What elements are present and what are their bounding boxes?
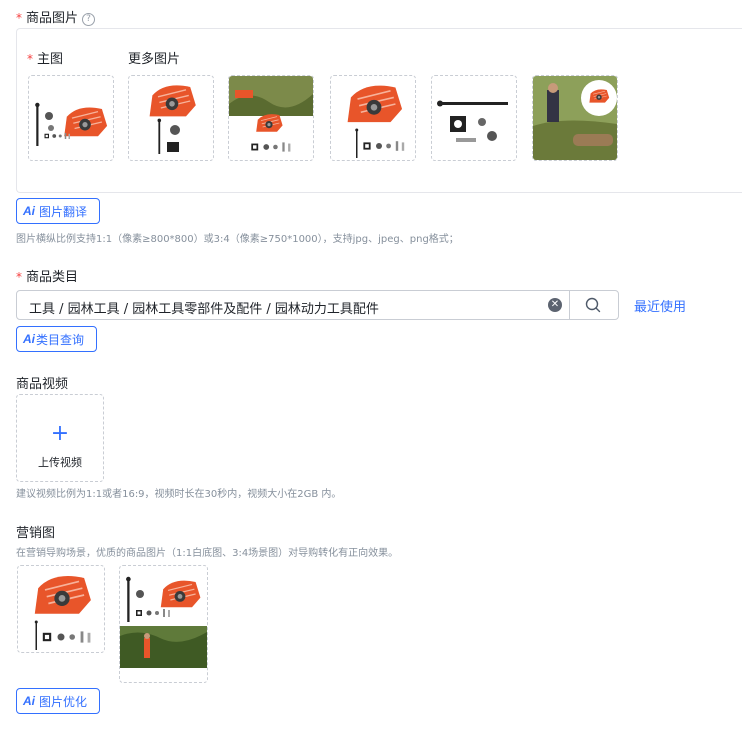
category-search-button[interactable] (569, 291, 618, 319)
ai-icon: Ai (23, 694, 35, 708)
required-mark: * (16, 270, 22, 284)
upload-video-button[interactable]: + 上传视频 (16, 394, 104, 482)
image-translate-button[interactable]: Ai 图片翻译 (16, 198, 100, 224)
marketing-image-square[interactable] (17, 565, 105, 653)
image-optimize-label: 图片优化 (39, 694, 88, 709)
product-image-thumb-2[interactable] (128, 75, 214, 161)
product-images-label: 商品图片 (26, 11, 79, 26)
search-icon (585, 297, 601, 313)
product-images-heading: * 商品图片? (16, 7, 96, 26)
product-image-thumb-5[interactable] (431, 75, 517, 161)
marketing-hint: 在营销导购场景，优质的商品图片（1:1白底图、3:4场景图）对导购转化有正向效果… (16, 548, 399, 559)
category-heading: * 商品类目 (16, 266, 78, 285)
plus-icon: + (50, 421, 70, 446)
product-photo (148, 84, 197, 154)
main-image-heading: * 主图 (27, 48, 63, 67)
product-images-panel: * 主图 更多图片 (16, 28, 742, 193)
product-photo (229, 76, 313, 152)
clear-icon[interactable]: ✕ (548, 298, 562, 312)
ai-icon: Ai (23, 204, 35, 218)
category-label: 商品类目 (26, 270, 79, 285)
recent-used-link[interactable]: 最近使用 (634, 296, 686, 315)
required-mark: * (27, 52, 33, 66)
product-images-hint: 图片横纵比例支持1:1（像素≥800*800）或3:4（像素≥750*1000）… (16, 234, 459, 245)
marketing-image-portrait[interactable] (119, 565, 208, 683)
upload-video-label: 上传视频 (38, 456, 82, 469)
ai-icon: Ai (23, 332, 35, 346)
product-photo (35, 102, 108, 146)
product-photo (346, 84, 405, 158)
video-label: 商品视频 (16, 377, 69, 392)
image-translate-label: 图片翻译 (39, 204, 88, 219)
product-image-thumb-4[interactable] (330, 75, 416, 161)
product-image-thumb-1[interactable] (28, 75, 114, 161)
product-photo (120, 576, 207, 668)
image-optimize-button[interactable]: Ai 图片优化 (16, 688, 100, 714)
product-photo (33, 575, 92, 650)
product-photo (437, 100, 508, 142)
main-image-label: 主图 (37, 52, 64, 67)
category-value: 工具 / 园林工具 / 园林工具零部件及配件 / 园林动力工具配件 (29, 302, 379, 317)
category-query-label: 类目查询 (36, 332, 85, 347)
video-hint: 建议视频比例为1:1或者16:9，视频时长在30秒内，视频大小在2GB 内。 (16, 489, 342, 500)
required-mark: * (16, 11, 22, 25)
marketing-label: 营销图 (16, 526, 56, 541)
product-image-thumb-3[interactable] (228, 75, 314, 161)
more-images-label: 更多图片 (128, 52, 181, 67)
product-photo (533, 76, 617, 160)
help-icon[interactable]: ? (82, 13, 96, 26)
category-query-button[interactable]: Ai 类目查询 (16, 326, 97, 352)
category-select[interactable]: 工具 / 园林工具 / 园林工具零部件及配件 / 园林动力工具配件 ✕ (16, 290, 619, 320)
product-image-thumb-6[interactable] (532, 75, 618, 161)
